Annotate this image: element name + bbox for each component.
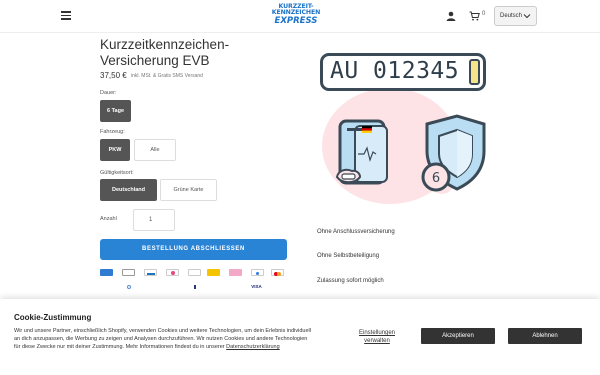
quantity-input[interactable]: 1 (133, 209, 175, 231)
duration-option-6-days[interactable]: 6 Tage (100, 100, 131, 122)
paypal-icon (122, 283, 135, 290)
vehicle-option-pkw[interactable]: PKW (100, 139, 130, 161)
duration-label: Dauer: (100, 90, 117, 96)
cookie-title: Cookie-Zustimmung (14, 313, 92, 322)
menu-icon[interactable] (61, 11, 71, 20)
vehicle-option-alle[interactable]: Alle (134, 139, 176, 161)
vehicle-label: Fahrzeug: (100, 129, 125, 135)
product-page: KURZZEIT- KENNZEICHEN EXPRESS 0 Deutsch … (0, 0, 600, 375)
license-plate-text: AU 012345 (330, 58, 460, 84)
product-price: 37,50 € (100, 71, 127, 80)
cart-count: 0 (482, 11, 486, 17)
mastercard-icon (251, 269, 264, 276)
license-plate-tag (469, 59, 480, 85)
shop-pay-icon (271, 269, 284, 276)
logo-line-3: EXPRESS (274, 15, 318, 26)
language-label: Deutsch (500, 13, 523, 19)
cookie-text: Wir und unsere Partner, einschließlich S… (14, 327, 314, 351)
apple-pay-icon (122, 269, 135, 276)
validity-option-deutschland[interactable]: Deutschland (100, 179, 157, 201)
quantity-value: 1 (149, 217, 153, 223)
maestro-icon (229, 269, 242, 276)
cart-icon[interactable] (469, 11, 480, 21)
klarna-icon (207, 269, 220, 276)
visa-text-icon: VISA (250, 283, 263, 290)
accept-button[interactable]: Akzeptieren (421, 328, 495, 344)
feature-item: Ohne Selbstbeteiligung (317, 253, 380, 259)
chevron-down-icon (523, 14, 531, 19)
diners-icon (166, 269, 179, 276)
language-selector[interactable]: Deutsch (494, 6, 537, 26)
feature-item: Ohne Anschlussversicherung (317, 229, 395, 235)
visa-icon (188, 283, 201, 290)
privacy-policy-link[interactable]: Datenschutzerklärung (226, 344, 280, 350)
user-icon[interactable] (446, 11, 456, 21)
manage-settings-link[interactable]: Einstellungen verwalten (349, 329, 405, 345)
amex-icon (100, 269, 113, 276)
validity-label: Gültigkeitsort: (100, 170, 134, 176)
reject-button[interactable]: Ablehnen (508, 328, 582, 344)
site-logo[interactable]: KURZZEIT- KENNZEICHEN EXPRESS (271, 3, 321, 28)
checkout-button[interactable]: BESTELLUNG ABSCHLIESSEN (100, 239, 287, 260)
feature-item: Zulassung sofort möglich (317, 278, 384, 284)
cookie-banner: Cookie-Zustimmung Wir und unsere Partner… (0, 299, 600, 375)
quantity-label: Anzahl (100, 216, 117, 222)
price-note: inkl. MSt. & Gratis SMS Versand (131, 73, 203, 79)
site-header: KURZZEIT- KENNZEICHEN EXPRESS 0 Deutsch (0, 0, 600, 33)
bancontact-icon (144, 269, 157, 276)
validity-option-gruene-karte[interactable]: Grüne Karte (160, 179, 217, 201)
product-title: Kurzzeitkennzeichen-Versicherung EVB (100, 37, 230, 68)
google-pay-icon (188, 269, 201, 276)
badge-number: 6 (432, 171, 440, 186)
